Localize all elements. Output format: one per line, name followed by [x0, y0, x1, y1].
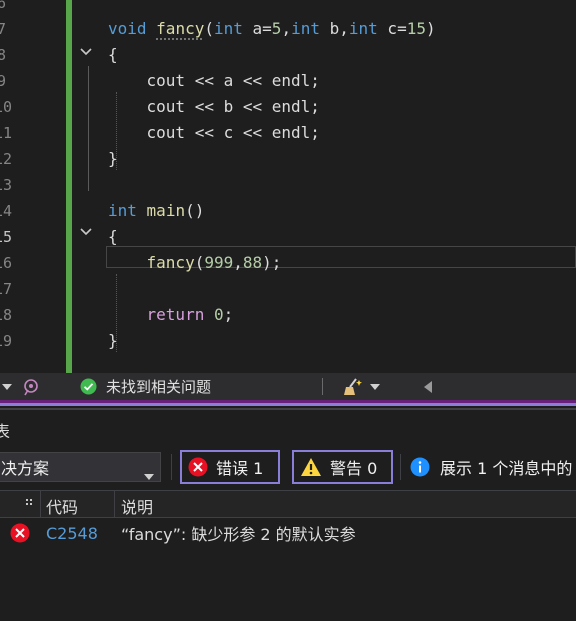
line-number: 15 — [0, 228, 13, 246]
code-line[interactable]: 12} — [0, 146, 576, 172]
panel-title: 表 — [0, 422, 11, 441]
code-text[interactable]: fancy(999,88); — [108, 250, 282, 276]
error-icon — [10, 518, 30, 548]
column-chooser-icon[interactable] — [25, 493, 35, 512]
code-text[interactable]: cout << b << endl; — [108, 94, 320, 120]
error-code-link[interactable]: C2548 — [46, 518, 98, 548]
messages-filter-button[interactable]: 展示 1 个消息中的 — [410, 450, 572, 484]
line-number: 17 — [0, 280, 13, 298]
error-list-toolbar: 决方案 错误 1 警告 0 展示 1 个消息中的 — [0, 450, 576, 490]
error-description: “fancy”: 缺少形参 2 的默认实参 — [121, 525, 356, 544]
editor-status-strip: 未找到相关问题 — [0, 373, 576, 400]
intellicode-icon[interactable] — [20, 373, 40, 400]
code-text[interactable]: { — [108, 42, 118, 68]
code-text[interactable]: { — [108, 224, 118, 250]
code-line[interactable]: 15 { — [0, 224, 576, 250]
line-number: 9 — [0, 72, 6, 90]
errors-filter-label: 错误 1 — [216, 459, 264, 478]
status-separator — [322, 378, 323, 395]
code-cleanup-broom-icon[interactable] — [342, 373, 364, 400]
chevron-down-icon — [144, 465, 154, 484]
error-list-panel: 表 决方案 错误 1 警告 0 展示 1 个消息中的 代码 说明 C2548 “… — [0, 410, 576, 621]
line-number: 16 — [0, 254, 13, 272]
cleanup-dropdown-icon[interactable] — [370, 373, 380, 400]
error-list-header: 代码 说明 — [0, 490, 576, 518]
code-text[interactable]: return 0; — [108, 302, 234, 328]
line-number: 14 — [0, 202, 13, 220]
code-text[interactable]: cout << a << endl; — [108, 68, 320, 94]
line-number: 18 — [0, 306, 13, 324]
error-icon — [188, 457, 208, 477]
code-line[interactable]: 10 cout << b << endl; — [0, 94, 576, 120]
line-number: 12 — [0, 150, 13, 168]
code-text[interactable]: void fancy(int a=5,int b,int c=15) — [108, 16, 436, 42]
warnings-filter-label: 警告 0 — [330, 459, 378, 478]
table-row[interactable]: C2548 “fancy”: 缺少形参 2 的默认实参 — [0, 518, 576, 548]
line-number: 19 — [0, 332, 13, 350]
code-line[interactable]: 17 — [0, 276, 576, 302]
info-icon — [410, 457, 430, 477]
errors-filter-button[interactable]: 错误 1 — [180, 450, 280, 484]
code-line[interactable]: 6 — [0, 0, 576, 16]
code-line[interactable]: 19} — [0, 328, 576, 354]
warning-icon — [300, 457, 322, 477]
column-separator[interactable] — [40, 491, 41, 518]
line-number: 6 — [0, 0, 6, 12]
code-line[interactable]: 13 — [0, 172, 576, 198]
issues-status-text[interactable]: 未找到相关问题 — [106, 373, 211, 400]
code-text[interactable]: } — [108, 328, 118, 354]
code-line[interactable]: 16 fancy(999,88); — [0, 250, 576, 276]
scope-value: 决方案 — [1, 459, 50, 478]
code-line[interactable]: 11 cout << c << endl; — [0, 120, 576, 146]
toolbar-separator — [171, 454, 172, 480]
code-line[interactable]: 7 void fancy(int a=5,int b,int c=15) — [0, 16, 576, 42]
scroll-left-icon[interactable] — [424, 373, 432, 400]
dropdown-caret-icon[interactable] — [2, 373, 12, 400]
toolbar-separator — [400, 454, 401, 480]
code-text[interactable]: } — [108, 146, 118, 172]
code-line[interactable]: 9 cout << a << endl; — [0, 68, 576, 94]
no-issues-check-icon — [80, 373, 97, 400]
column-separator[interactable] — [114, 491, 115, 518]
code-text[interactable]: cout << c << endl; — [108, 120, 320, 146]
code-editor[interactable]: 6 7 void fancy(int a=5,int b,int c=15) 8{9 … — [0, 0, 576, 373]
scope-dropdown[interactable]: 决方案 — [0, 452, 161, 482]
column-header-code[interactable]: 代码 — [46, 494, 78, 518]
line-number: 11 — [0, 124, 13, 142]
code-line[interactable]: 8{ — [0, 42, 576, 68]
line-number: 7 — [0, 20, 6, 38]
line-number: 8 — [0, 46, 6, 64]
code-line[interactable]: 14 int main() — [0, 198, 576, 224]
warnings-filter-button[interactable]: 警告 0 — [292, 450, 393, 484]
messages-filter-label: 展示 1 个消息中的 — [440, 459, 573, 478]
code-text[interactable]: int main() — [108, 198, 204, 224]
column-header-description[interactable]: 说明 — [121, 494, 153, 518]
line-number: 10 — [0, 98, 13, 116]
code-line[interactable]: 18 return 0; — [0, 302, 576, 328]
panel-divider[interactable] — [0, 400, 576, 410]
line-number: 13 — [0, 176, 13, 194]
